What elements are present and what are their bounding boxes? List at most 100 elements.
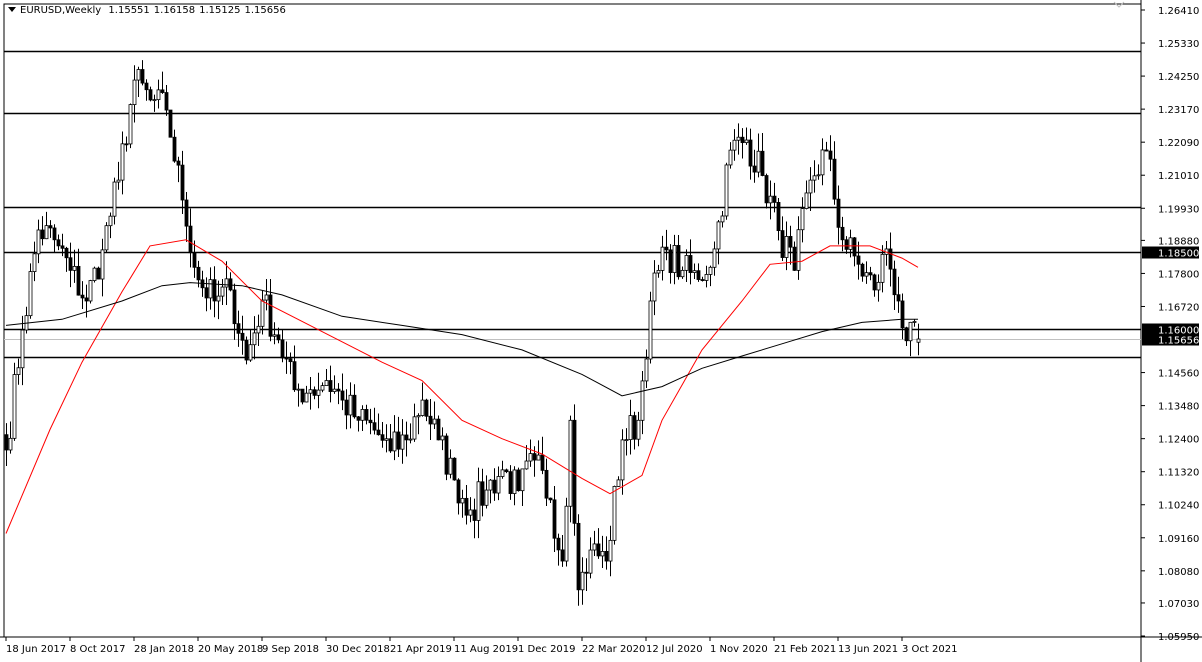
candle-bullish: [713, 249, 716, 267]
price-chart[interactable]: 1.264101.253301.242501.231701.220901.210…: [0, 0, 1202, 662]
candle-bearish: [633, 416, 636, 440]
candle-bullish: [249, 345, 252, 360]
candle-bullish: [801, 209, 804, 230]
symbol-timeframe: EURUSD,Weekly: [20, 5, 101, 16]
candle-bearish: [585, 572, 588, 573]
candle-bearish: [197, 267, 200, 280]
candle-bullish: [705, 274, 708, 280]
x-tick-label: 11 Aug 2019: [454, 644, 518, 655]
candle-bearish: [481, 482, 484, 506]
candle-bullish: [225, 279, 228, 287]
candle-bearish: [269, 295, 272, 336]
candle-bullish: [769, 196, 772, 203]
y-tick-label: 1.16720: [1158, 302, 1199, 313]
candle-bearish: [829, 151, 832, 159]
candle-bullish: [333, 389, 336, 391]
candle-bearish: [853, 238, 856, 256]
candle-bullish: [601, 551, 604, 556]
candle-bearish: [313, 390, 316, 396]
x-tick-label: 8 Oct 2017: [70, 644, 125, 655]
candle-bullish: [385, 439, 388, 441]
candle-bullish: [589, 550, 592, 573]
candle-bullish: [685, 255, 688, 270]
candle-bearish: [897, 295, 900, 301]
candle-bullish: [413, 417, 416, 439]
candle-bearish: [189, 226, 192, 253]
candle-bullish: [21, 330, 24, 368]
candle-bearish: [857, 256, 860, 264]
current-price-label: 1.15656: [1158, 336, 1199, 347]
candle-bearish: [57, 240, 60, 246]
y-tick-label: 1.22090: [1158, 138, 1199, 149]
y-tick-label: 1.25330: [1158, 39, 1199, 50]
candle-bullish: [45, 226, 48, 239]
candle-bullish: [661, 247, 664, 270]
candle-bearish: [193, 253, 196, 268]
candle-bullish: [913, 321, 916, 322]
candle-bearish: [53, 228, 56, 240]
candle-bearish: [353, 395, 356, 417]
candle-bearish: [405, 435, 408, 440]
candle-bearish: [149, 90, 152, 100]
candle-bearish: [373, 423, 376, 430]
candle-bearish: [833, 159, 836, 199]
candle-bearish: [281, 340, 284, 358]
candle-bullish: [93, 268, 96, 280]
candle-bearish: [689, 255, 692, 272]
candle-bearish: [213, 280, 216, 301]
dropdown-triangle-icon[interactable]: [8, 7, 16, 12]
candle-bullish: [593, 544, 596, 550]
ohlc-open: 1.15551: [108, 5, 149, 16]
candle-bullish: [717, 222, 720, 249]
y-tick-label: 1.17800: [1158, 269, 1199, 280]
y-tick-label: 1.14560: [1158, 369, 1199, 380]
candle-bullish: [725, 165, 728, 216]
candle-bullish: [305, 393, 308, 402]
candle-bullish: [297, 389, 300, 390]
candle-bearish: [781, 231, 784, 258]
candle-bullish: [621, 440, 624, 480]
candle-bearish: [869, 273, 872, 275]
candle-bearish: [69, 258, 72, 271]
candle-bullish: [9, 438, 12, 450]
y-tick-label: 1.09160: [1158, 534, 1199, 545]
candle-bearish: [893, 269, 896, 295]
candle-bullish: [513, 470, 516, 494]
candle-bearish: [237, 324, 240, 334]
ohlc-close: 1.15656: [245, 5, 286, 16]
x-tick-label: 1 Nov 2020: [710, 644, 768, 655]
candle-bearish: [573, 420, 576, 523]
y-tick-label: 1.23170: [1158, 105, 1199, 116]
level-label: 1.18500: [1158, 249, 1199, 260]
candle-bearish: [61, 246, 64, 248]
candle-bearish: [765, 176, 768, 203]
candle-bearish: [861, 264, 864, 276]
candle-bearish: [161, 90, 164, 93]
candle-bullish: [121, 144, 124, 180]
candle-bearish: [5, 435, 8, 450]
candle-bearish: [493, 480, 496, 493]
candle-bullish: [129, 105, 132, 144]
candle-bearish: [557, 538, 560, 550]
candle-bullish: [321, 386, 324, 390]
candle-bearish: [533, 454, 536, 460]
candle-bearish: [445, 436, 448, 474]
candle-bullish: [641, 381, 644, 420]
candle-bullish: [393, 432, 396, 451]
candle-bullish: [797, 230, 800, 271]
candle-bearish: [597, 544, 600, 556]
y-tick-label: 1.24250: [1158, 72, 1199, 83]
candle-bullish: [37, 230, 40, 254]
candle-bullish: [325, 381, 328, 386]
y-tick-label: 1.10240: [1158, 501, 1199, 512]
candle-bearish: [793, 247, 796, 270]
x-tick-label: 9 Sep 2018: [262, 644, 319, 655]
candle-bullish: [709, 267, 712, 274]
candle-bearish: [457, 480, 460, 503]
plot-area: [4, 4, 1141, 637]
ohlc-high: 1.16158: [154, 5, 195, 16]
candle-bullish: [521, 469, 524, 491]
candle-bearish: [561, 550, 564, 561]
x-tick-label: 22 Mar 2020: [582, 644, 645, 655]
candle-bullish: [525, 461, 528, 469]
